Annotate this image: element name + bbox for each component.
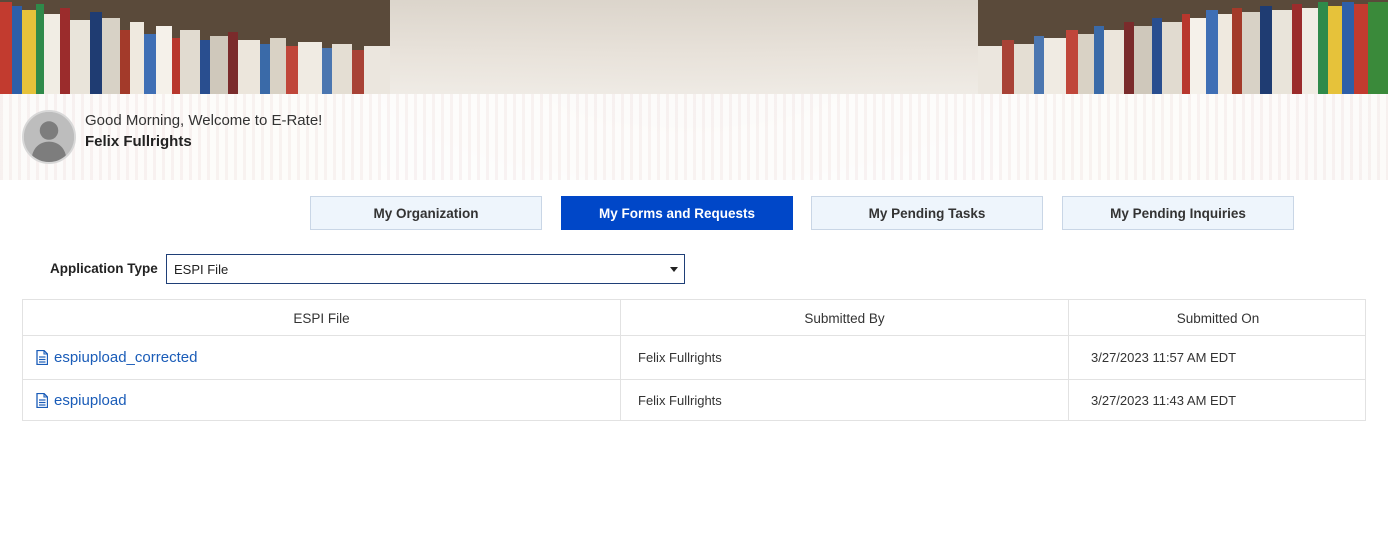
bookshelf-right-image <box>978 0 1388 94</box>
application-type-value: ESPI File <box>174 261 229 277</box>
submitted-by-cell: Felix Fullrights <box>638 393 722 408</box>
banner-overlay-texture <box>0 94 1388 180</box>
bookshelf-left-image <box>0 0 390 94</box>
espi-file-table: ESPI File Submitted By Submitted On espi… <box>22 299 1366 421</box>
tab-my-organization[interactable]: My Organization <box>310 196 542 230</box>
file-name: espiupload_corrected <box>54 349 198 366</box>
banner-mid-shelf <box>390 0 978 94</box>
user-silhouette-icon <box>24 112 74 162</box>
file-link[interactable]: espiupload <box>36 392 127 409</box>
document-icon <box>36 393 48 408</box>
user-name: Felix Fullrights <box>85 133 192 150</box>
file-name: espiupload <box>54 392 127 409</box>
table-row: espiupload Felix Fullrights 3/27/2023 11… <box>23 380 1365 421</box>
table-header-row: ESPI File Submitted By Submitted On <box>23 300 1365 336</box>
document-icon <box>36 350 48 365</box>
tab-my-forms-and-requests[interactable]: My Forms and Requests <box>561 196 793 230</box>
welcome-greeting: Good Morning, Welcome to E-Rate! <box>85 112 323 129</box>
file-cell: espiupload <box>36 380 616 421</box>
application-type-label: Application Type <box>50 261 158 276</box>
file-cell: espiupload_corrected <box>36 336 616 379</box>
column-header-espi-file[interactable]: ESPI File <box>23 300 620 336</box>
header-banner <box>0 0 1388 180</box>
main-tabs: My Organization My Forms and Requests My… <box>310 196 1294 230</box>
table-row: espiupload_corrected Felix Fullrights 3/… <box>23 336 1365 380</box>
avatar <box>22 110 76 164</box>
file-link[interactable]: espiupload_corrected <box>36 349 197 366</box>
submitted-on-cell: 3/27/2023 11:43 AM EDT <box>1091 393 1237 408</box>
column-header-submitted-by[interactable]: Submitted By <box>621 300 1068 336</box>
tab-my-pending-inquiries[interactable]: My Pending Inquiries <box>1062 196 1294 230</box>
application-type-select[interactable]: ESPI File <box>166 254 685 284</box>
submitted-by-cell: Felix Fullrights <box>638 350 722 365</box>
caret-down-icon <box>670 267 678 272</box>
column-header-submitted-on[interactable]: Submitted On <box>1069 300 1367 336</box>
submitted-on-cell: 3/27/2023 11:57 AM EDT <box>1091 350 1237 365</box>
tab-my-pending-tasks[interactable]: My Pending Tasks <box>811 196 1043 230</box>
